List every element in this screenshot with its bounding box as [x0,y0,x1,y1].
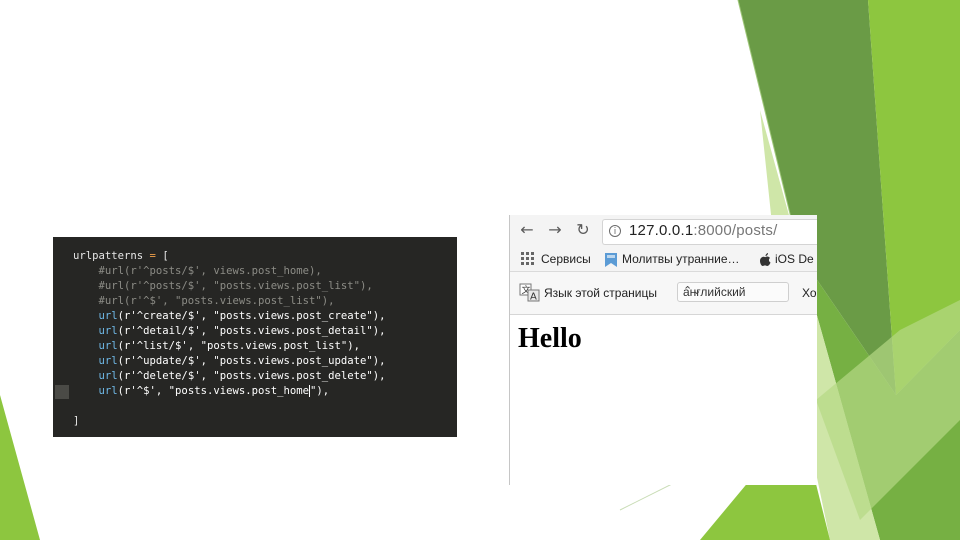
left-green-facet [0,395,40,540]
address-bar[interactable]: i 127.0.0.1:8000/posts/ [602,219,817,245]
arrow-left-icon[interactable]: ← [518,221,536,239]
code-token: url [73,385,118,397]
reload-icon[interactable]: ↻ [574,221,592,239]
arrow-right-icon[interactable]: → [546,221,564,239]
code-line: url(r'^update/$', "posts.views.post_upda… [73,354,386,369]
translate-icon: 文 A [519,283,540,303]
code-token: url [73,310,118,322]
translate-action-button[interactable]: Хо [802,286,817,300]
code-token: ] [73,415,80,427]
bookmark-molitvy[interactable]: Молитвы утранние… [622,250,740,268]
info-icon[interactable]: i [609,225,621,237]
code-line: #url(r'^$', "posts.views.post_list"), [73,294,386,309]
chevron-updown-icon: ⌃⌄ [683,284,702,297]
code-line: ] [73,414,386,429]
code-token: url [73,325,118,337]
address-url: 127.0.0.1:8000/posts/ [629,222,777,239]
gutter-marker [55,385,69,399]
code-line: urlpatterns = [ [73,249,386,264]
translate-message: Язык этой страницы [544,286,657,300]
translate-bar: 文 A Язык этой страницы английский ⌃⌄ Хо [510,272,817,315]
url-path: :8000/posts/ [693,222,778,239]
svg-text:A: A [530,292,537,303]
apple-icon [760,250,771,268]
code-token: url [73,340,118,352]
browser-toolbar: ← → ↻ i 127.0.0.1:8000/posts/ [510,215,817,247]
bookmark-ios-label: iOS De [775,252,814,266]
code-token: url [73,370,118,382]
language-select[interactable]: английский ⌃⌄ [677,282,789,302]
bookmarks-bar: Сервисы Молитвы утранние… iOS De [510,247,817,272]
code-line: url(r'^delete/$', "posts.views.post_dele… [73,369,386,384]
apps-grid-icon [521,252,535,266]
bookmark-apps[interactable]: Сервисы [541,250,591,268]
code-token: #url(r'^$', "posts.views.post_list"), [73,295,335,307]
code-editor-panel: urlpatterns = [ #url(r'^posts/$', views.… [53,237,457,437]
code-token: (r'^delete/$', "posts.views.post_delete"… [117,370,386,382]
bookmark-apps-label: Сервисы [541,252,591,266]
code-line: url(r'^detail/$', "posts.views.post_deta… [73,324,386,339]
code-token: #url(r'^posts/$', "posts.views.post_list… [73,280,373,292]
bookmark-favicon-icon [604,250,618,268]
code-token: "), [310,385,330,397]
code-token: (r'^detail/$', "posts.views.post_detail"… [117,325,386,337]
code-line: url(r'^create/$', "posts.views.post_crea… [73,309,386,324]
code-line: url(r'^$', "posts.views.post_home"), [73,384,386,399]
browser-window: ← → ↻ i 127.0.0.1:8000/posts/ Сервисы Мо… [509,215,817,485]
code-token: (r'^$', "posts.views.post_home [117,385,309,397]
code-lines: urlpatterns = [ #url(r'^posts/$', views.… [73,249,386,429]
code-token: (r'^create/$', "posts.views.post_create"… [117,310,386,322]
code-token: (r'^list/$', "posts.views.post_list"), [117,340,361,352]
bookmark-molitvy-label: Молитвы утранние… [622,252,740,266]
code-token: #url(r'^posts/$', views.post_home), [73,265,322,277]
code-line: url(r'^list/$', "posts.views.post_list")… [73,339,386,354]
bookmark-ios[interactable]: iOS De [775,250,814,268]
page-heading: Hello [518,323,582,354]
code-token: [ [155,250,169,262]
code-line: #url(r'^posts/$', views.post_home), [73,264,386,279]
url-host: 127.0.0.1 [629,222,694,239]
code-line: #url(r'^posts/$', "posts.views.post_list… [73,279,386,294]
code-token: url [73,355,118,367]
code-token: urlpatterns [73,250,150,262]
code-token: (r'^update/$', "posts.views.post_update"… [117,355,386,367]
